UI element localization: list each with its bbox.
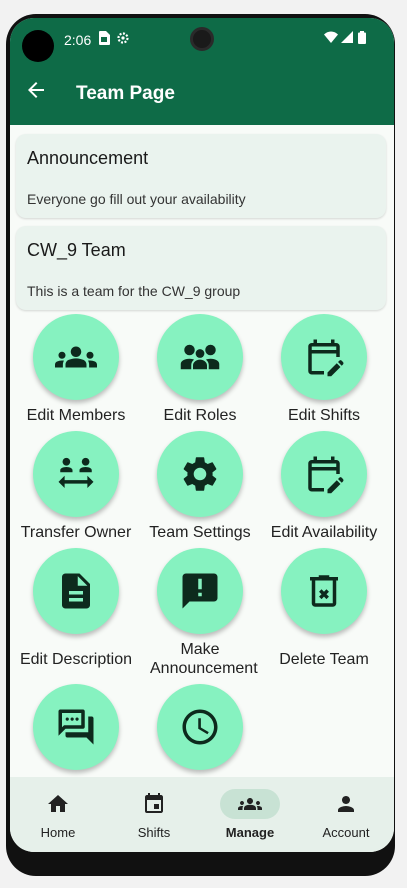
signal-icon bbox=[341, 31, 353, 43]
action-label: Edit Description bbox=[19, 651, 133, 668]
nav-label: Shifts bbox=[137, 825, 171, 840]
make-announcement-button[interactable]: Make Announcement bbox=[138, 548, 262, 678]
team-description: This is a team for the CW_9 group bbox=[27, 283, 241, 299]
transfer-owner-button[interactable]: Transfer Owner bbox=[14, 431, 138, 542]
nav-label: Home bbox=[40, 825, 76, 840]
nav-manage[interactable]: Manage bbox=[202, 777, 298, 852]
announcement-card: Announcement Everyone go fill out your a… bbox=[16, 134, 386, 218]
announcement-icon[interactable] bbox=[157, 548, 243, 634]
nav-shifts[interactable]: Shifts bbox=[106, 777, 202, 852]
chat-button[interactable] bbox=[14, 684, 138, 770]
nav-account[interactable]: Account bbox=[298, 777, 394, 852]
roles-icon[interactable] bbox=[157, 314, 243, 400]
person-icon bbox=[338, 796, 354, 812]
action-label: Edit Members bbox=[26, 407, 126, 424]
delete-team-button[interactable]: Delete Team bbox=[262, 548, 386, 669]
nav-label: Account bbox=[322, 825, 370, 840]
team-settings-button[interactable]: Team Settings bbox=[138, 431, 262, 542]
document-icon[interactable] bbox=[33, 548, 119, 634]
team-card: CW_9 Team This is a team for the CW_9 gr… bbox=[16, 226, 386, 310]
clock-icon[interactable] bbox=[157, 684, 243, 770]
gear-icon[interactable] bbox=[157, 431, 243, 517]
chat-icon[interactable] bbox=[33, 684, 119, 770]
group-icon[interactable] bbox=[33, 314, 119, 400]
battery-icon bbox=[358, 31, 366, 44]
status-time: 2:06 bbox=[64, 32, 92, 48]
action-label: Team Settings bbox=[149, 524, 251, 541]
home-icon bbox=[48, 795, 68, 812]
wifi-icon bbox=[324, 31, 338, 43]
edit-calendar-icon[interactable] bbox=[281, 431, 367, 517]
action-label: Edit Roles bbox=[163, 407, 237, 424]
device: 2:06 Team Page Announcement Everyone go … bbox=[0, 0, 407, 888]
back-arrow-icon[interactable] bbox=[24, 78, 48, 102]
nav-home[interactable]: Home bbox=[10, 777, 106, 852]
group-icon bbox=[238, 798, 262, 810]
status-bar: 2:06 bbox=[10, 18, 394, 64]
page-title: Team Page bbox=[76, 83, 175, 104]
app-bar: Team Page bbox=[10, 64, 394, 125]
edit-roles-button[interactable]: Edit Roles bbox=[138, 314, 262, 425]
announcement-body: Everyone go fill out your availability bbox=[27, 191, 246, 207]
calendar-icon bbox=[145, 793, 163, 813]
edit-calendar-icon[interactable] bbox=[281, 314, 367, 400]
action-label: Delete Team bbox=[279, 651, 369, 668]
edit-availability-button[interactable]: Edit Availability bbox=[262, 431, 386, 542]
edit-members-button[interactable]: Edit Members bbox=[14, 314, 138, 425]
bottom-navigation: Home Shifts Manage Account bbox=[10, 777, 394, 852]
action-label: Make Announcement bbox=[150, 641, 258, 677]
main-content: Announcement Everyone go fill out your a… bbox=[10, 125, 394, 777]
delete-icon[interactable] bbox=[281, 548, 367, 634]
action-label: Transfer Owner bbox=[20, 524, 132, 541]
edit-description-button[interactable]: Edit Description bbox=[14, 548, 138, 669]
clock-button[interactable] bbox=[138, 684, 262, 770]
action-label: Edit Availability bbox=[270, 524, 378, 541]
announcement-title: Announcement bbox=[27, 148, 149, 168]
front-camera bbox=[190, 27, 214, 51]
team-name: CW_9 Team bbox=[27, 240, 126, 260]
sim-card-icon bbox=[99, 31, 110, 45]
settings-gear-icon bbox=[117, 32, 129, 44]
screen: 2:06 Team Page Announcement Everyone go … bbox=[10, 18, 394, 852]
camera-cutout bbox=[22, 30, 54, 62]
nav-label: Manage bbox=[225, 825, 275, 840]
action-label: Edit Shifts bbox=[287, 407, 361, 424]
edit-shifts-button[interactable]: Edit Shifts bbox=[262, 314, 386, 425]
transfer-icon[interactable] bbox=[33, 431, 119, 517]
